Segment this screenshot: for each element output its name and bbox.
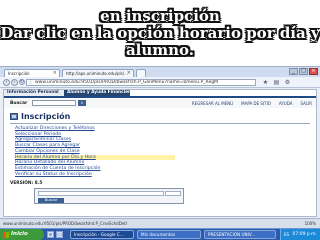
version-label: VERSIÓN: 8.5 xyxy=(10,181,43,186)
task-inscripcion[interactable]: Inscripción - Google C... xyxy=(70,230,134,239)
close-tab-icon[interactable]: × xyxy=(127,70,131,77)
link-mapa-sitio[interactable]: MAPA DE SITIO xyxy=(241,100,271,107)
buscar-button[interactable]: Buscar xyxy=(38,198,64,203)
tab-inscripcion[interactable]: Inscripción × xyxy=(4,69,60,77)
menu-divider xyxy=(4,96,316,98)
form-search-input[interactable] xyxy=(38,191,164,196)
link-ayuda[interactable]: AYUDA xyxy=(279,100,293,107)
caption-line-3: alumno. xyxy=(125,41,195,59)
page-title: Inscripción xyxy=(21,112,71,121)
browser-icon[interactable]: e xyxy=(47,231,54,238)
link-regresar-menu[interactable]: REGRESAR AL MENÚ xyxy=(192,100,233,107)
wrench-icon[interactable]: ⚙ xyxy=(284,79,291,86)
clock: 07:09 p.m. xyxy=(292,232,318,237)
back-icon[interactable]: ‹ xyxy=(3,79,10,86)
windows-logo-icon xyxy=(3,232,9,238)
status-bar: www.uniminuto.edu:9501/pls/PROD/bwskfshd… xyxy=(0,218,320,228)
page-icon: ☆ xyxy=(28,80,33,86)
quick-launch: e ▭ xyxy=(47,231,63,238)
tab-bar: Inscripción × http://aps.uniminuto.edu/p… xyxy=(0,67,320,77)
task-mis-documentos[interactable]: Mis documentos xyxy=(137,230,201,239)
top-links: REGRESAR AL MENÚ MAPA DE SITIO AYUDA SAL… xyxy=(192,100,312,107)
tab-label: http://aps.uniminuto.edu/pls/... xyxy=(66,71,128,76)
window-controls: _ □ × xyxy=(289,68,318,76)
instruction-caption: en inscripción Dar clic en la opción hor… xyxy=(0,0,320,66)
zoom-level: 100% xyxy=(304,221,316,226)
maximize-icon[interactable]: □ xyxy=(299,68,308,75)
search-form: Buscar xyxy=(34,188,184,204)
minimize-icon[interactable]: _ xyxy=(289,68,298,75)
form-select[interactable] xyxy=(165,191,181,196)
options-list: Actualizar Direcciones y Teléfonos Selec… xyxy=(15,126,175,177)
close-tab-icon[interactable]: × xyxy=(53,70,57,77)
caption-line-1: en inscripción xyxy=(100,7,220,25)
forward-icon[interactable]: › xyxy=(11,79,18,86)
system-tray: ES 07:09 p.m. xyxy=(280,229,320,240)
address-text: www.uniminuto.edu:9501/pls/PROD/bwskfrsh… xyxy=(35,80,218,85)
browser-tools: ★ ▤ ⚙ xyxy=(262,79,291,86)
reload-icon[interactable]: ↻ xyxy=(19,79,25,85)
search-row: Buscar Ir REGRESAR AL MENÚ MAPA DE SITIO… xyxy=(4,99,316,108)
new-tab-button[interactable] xyxy=(136,69,146,77)
navigation-bar: ‹ › ↻ ☆ www.uniminuto.edu:9501/pls/PROD/… xyxy=(0,77,320,88)
page-title-block: Inscripción xyxy=(10,111,90,123)
page-menu-icon[interactable]: ▤ xyxy=(273,79,280,86)
link-salir[interactable]: SALIR xyxy=(300,100,312,107)
start-label: Inicio xyxy=(11,231,28,237)
go-button[interactable]: Ir xyxy=(78,100,86,106)
language-indicator[interactable]: ES xyxy=(284,230,289,239)
browser-window: Inscripción × http://aps.uniminuto.edu/p… xyxy=(0,66,320,228)
tab-second[interactable]: http://aps.uniminuto.edu/pls/... × xyxy=(62,69,134,77)
bookmark-icon[interactable]: ★ xyxy=(262,79,269,86)
close-window-icon[interactable]: × xyxy=(309,68,318,75)
search-input[interactable] xyxy=(32,100,76,106)
search-label: Buscar xyxy=(10,101,28,106)
option-verificar-status[interactable]: Verificar su Status de Inscripción xyxy=(15,172,175,178)
task-presentacion[interactable]: PRESENTACIÓN UNIV... xyxy=(204,230,276,239)
address-bar[interactable]: ☆ www.uniminuto.edu:9501/pls/PROD/bwskfr… xyxy=(26,79,256,86)
status-url: www.uniminuto.edu:9501/pls/PROD/bwskfshd… xyxy=(3,221,127,226)
tab-label: Inscripción xyxy=(8,71,30,76)
caption-line-2: Dar clic en la opción horario por día y xyxy=(0,24,320,42)
start-button[interactable]: Inicio xyxy=(0,229,44,240)
page-content: Información Personal Alumno y Ayuda Fina… xyxy=(3,89,317,217)
desktop-icon[interactable]: ▭ xyxy=(56,231,63,238)
folder-icon xyxy=(10,113,18,120)
divider xyxy=(10,123,310,124)
taskbar: Inicio e ▭ Inscripción - Google C... Mis… xyxy=(0,228,320,240)
